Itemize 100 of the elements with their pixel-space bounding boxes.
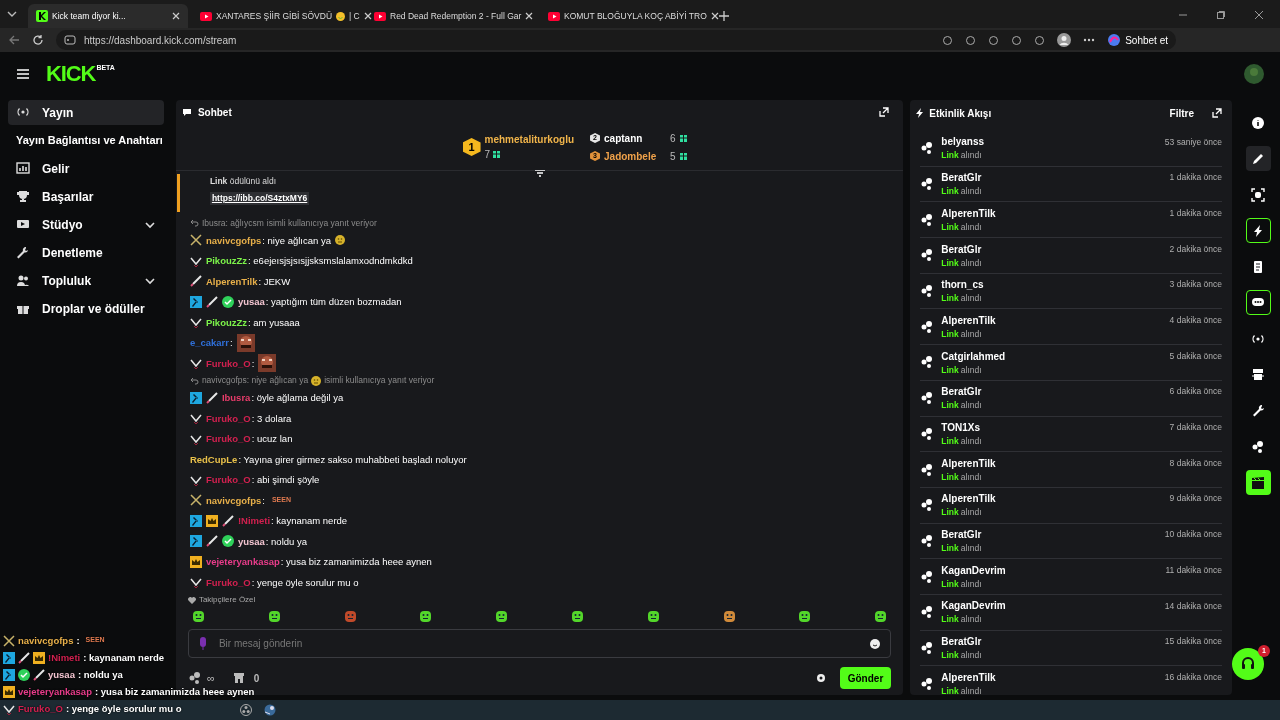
username[interactable]: AlperenTilk xyxy=(941,312,996,328)
send-button[interactable]: Gönder xyxy=(839,667,892,689)
timestamp: 3 dakika önce xyxy=(1169,278,1223,292)
new-tab-icon[interactable] xyxy=(718,10,730,22)
emote-icon[interactable] xyxy=(419,610,433,623)
emote-icon[interactable] xyxy=(267,610,281,623)
emote-icon[interactable] xyxy=(798,610,812,623)
emoji-picker-icon[interactable] xyxy=(870,638,881,649)
username[interactable]: AlperenTilk xyxy=(941,491,996,507)
gift-count: 6 xyxy=(670,131,676,146)
username[interactable]: AlperenTilk xyxy=(941,205,996,221)
username[interactable]: Ibusra xyxy=(221,393,251,403)
filter-icon[interactable] xyxy=(534,170,545,177)
username[interactable]: Catgirlahmed xyxy=(941,348,1006,364)
link[interactable]: https://ibb.co/S4ztxMY6 xyxy=(209,191,310,205)
close-icon[interactable] xyxy=(172,12,180,20)
username[interactable]: navivcgofps xyxy=(205,495,262,505)
username[interactable]: PikouzZz xyxy=(205,317,248,327)
browser-tab[interactable]: XANTARES ŞİİR GİBİ SÖVDÜ | C xyxy=(192,4,362,28)
username[interactable]: BeratGlr xyxy=(941,241,982,257)
username[interactable]: yusaa xyxy=(237,536,265,546)
profile-avatar-icon[interactable] xyxy=(1244,64,1264,84)
more-icon[interactable] xyxy=(1083,38,1096,42)
sidebar-item[interactable]: Topluluk xyxy=(8,268,164,293)
sidebar-item[interactable]: Stüdyo xyxy=(8,212,164,237)
close-icon[interactable] xyxy=(1254,10,1264,20)
tab-title: KOMUT BLOĞUYLA KOÇ ABİYİ TRO xyxy=(564,9,707,23)
sidebar-item[interactable]: Başarılar xyxy=(8,184,164,209)
username[interactable]: TON1Xs xyxy=(941,419,981,435)
message-input[interactable]: Bir mesaj gönderin xyxy=(218,636,859,651)
timestamp: 5 dakika önce xyxy=(1169,349,1223,363)
emote-icon[interactable] xyxy=(191,610,205,623)
sidebar-item[interactable]: Denetleme xyxy=(8,240,164,265)
username[interactable]: navivcgofps xyxy=(205,235,262,245)
message-composer[interactable]: Bir mesaj gönderin xyxy=(187,629,892,658)
browser-tab[interactable]: Kick team diyor ki... xyxy=(28,4,188,28)
username[interactable]: BeratGlr xyxy=(941,527,982,543)
reward-name: Link xyxy=(941,292,959,305)
sidebar-item[interactable]: Gelir xyxy=(8,156,164,181)
emote-icon[interactable] xyxy=(646,610,660,623)
username[interactable]: AlperenTilk xyxy=(205,276,258,286)
steam-icon[interactable] xyxy=(264,704,276,716)
pen-badge-icon xyxy=(205,391,218,404)
microphone-icon[interactable] xyxy=(198,637,207,650)
close-icon[interactable] xyxy=(363,12,372,20)
store-icon[interactable] xyxy=(232,672,245,684)
bolt-icon xyxy=(916,108,924,118)
video-favicon-icon xyxy=(548,11,560,21)
popout-icon[interactable] xyxy=(1212,108,1223,118)
username[interactable]: navivcgofps xyxy=(18,635,74,646)
username[interactable]: vejeteryankasap xyxy=(205,557,280,567)
sidebar-item[interactable]: Droplar ve ödüller xyxy=(8,296,164,321)
emote-icon[interactable] xyxy=(570,610,584,623)
username[interactable]: vejeteryankasap xyxy=(18,686,92,697)
browser-tab[interactable]: KOMUT BLOĞUYLA KOÇ ABİYİ TRO xyxy=(540,4,710,28)
username[interactable]: RedCupLe xyxy=(189,454,238,464)
event-text: alındı xyxy=(960,434,982,448)
emote-icon[interactable] xyxy=(874,610,888,623)
close-icon[interactable] xyxy=(525,12,534,20)
bolt-rail-button[interactable] xyxy=(1245,218,1271,243)
sidebar-subitem[interactable]: Yayın Bağlantısı ve Anahtarı xyxy=(16,135,163,146)
pen-badge-icon xyxy=(205,295,218,308)
username[interactable]: yusaa xyxy=(48,669,75,680)
username[interactable]: thorn_cs xyxy=(941,277,984,293)
sidebar-item[interactable]: Yayın xyxy=(8,100,164,125)
emote-icon[interactable] xyxy=(722,610,736,623)
menu-icon[interactable] xyxy=(16,68,30,80)
close-icon[interactable] xyxy=(710,12,719,20)
leaderboard-name: mehmetaliturkoglu xyxy=(484,133,575,147)
filter-button[interactable]: Filtre xyxy=(1169,105,1195,121)
username[interactable]: !Nimeti xyxy=(48,652,81,663)
username[interactable]: BeratGlr xyxy=(941,634,982,650)
username[interactable]: BeratGlr xyxy=(941,170,982,186)
event-text: alındı xyxy=(960,256,982,270)
reload-icon[interactable] xyxy=(32,34,44,46)
copilot-button[interactable]: Sohbet et xyxy=(1107,32,1168,48)
address-bar[interactable]: https://dashboard.kick.com/stream Sohbet et xyxy=(56,30,1176,50)
clapper-rail-button[interactable] xyxy=(1245,470,1271,495)
username[interactable]: yusaa xyxy=(237,297,265,307)
restore-icon[interactable] xyxy=(1216,10,1226,20)
username[interactable]: e_cakarr xyxy=(189,338,229,348)
dots-cluster-icon xyxy=(920,249,934,262)
emote-icon[interactable] xyxy=(495,610,509,623)
popout-icon[interactable] xyxy=(879,107,890,117)
username[interactable]: BeratGlr xyxy=(941,384,982,400)
help-button[interactable] xyxy=(1232,648,1265,680)
username[interactable]: belyanss xyxy=(941,134,985,150)
browser-tab[interactable]: Red Dead Redemption 2 - Full Gar xyxy=(366,4,536,28)
chat-rail-button[interactable] xyxy=(1245,290,1271,315)
event-text: alındı xyxy=(960,363,982,377)
username[interactable]: AlperenTilk xyxy=(941,670,996,686)
chat-bubble-icon xyxy=(181,107,192,117)
obs-icon[interactable] xyxy=(240,704,252,716)
avatar-icon[interactable] xyxy=(1057,33,1072,47)
username[interactable]: KaganDevrim xyxy=(941,562,1006,578)
username[interactable]: PikouzZz xyxy=(205,256,248,266)
username[interactable]: AlperenTilk xyxy=(941,455,996,471)
username[interactable]: KaganDevrim xyxy=(941,598,1006,614)
back-icon[interactable] xyxy=(8,34,20,46)
pencil-rail-button[interactable] xyxy=(1245,146,1271,171)
